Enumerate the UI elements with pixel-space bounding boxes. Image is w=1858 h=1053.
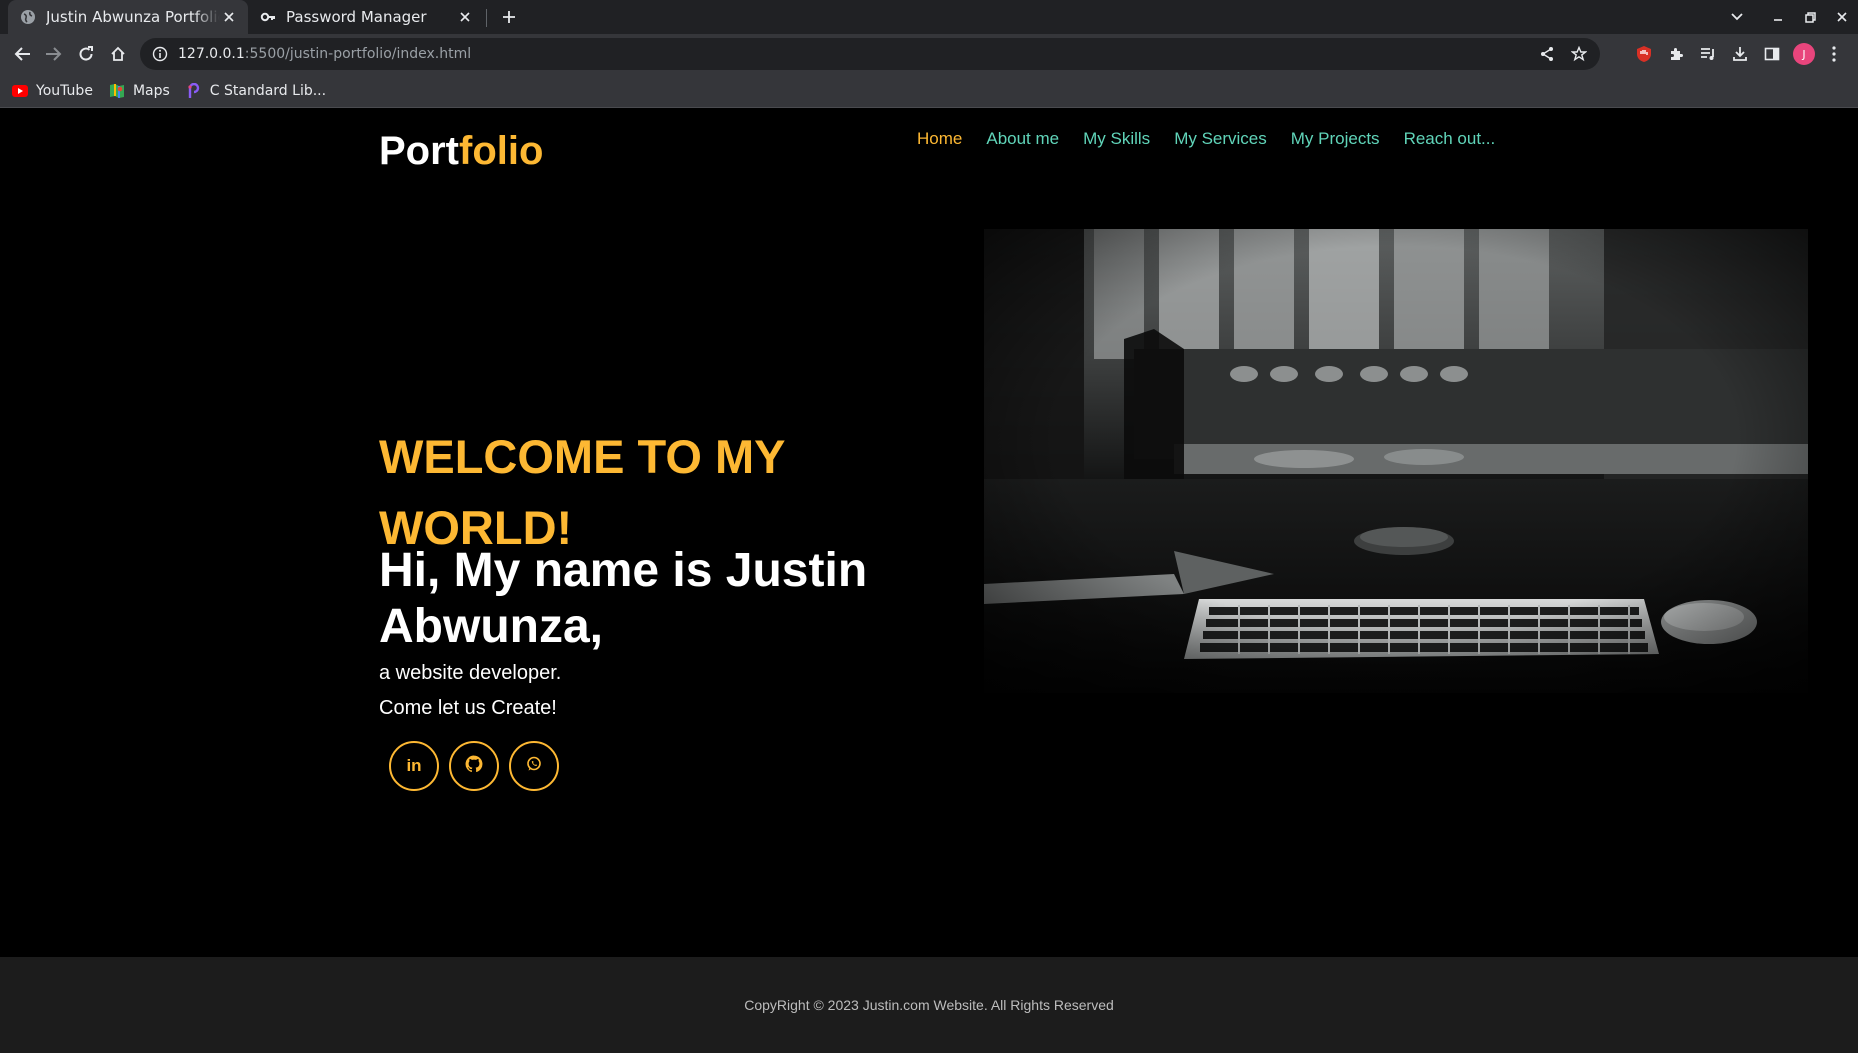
share-icon[interactable] bbox=[1536, 43, 1558, 65]
home-icon[interactable] bbox=[106, 42, 130, 66]
close-window-icon[interactable] bbox=[1826, 0, 1858, 34]
main-nav: Home About me My Skills My Services My P… bbox=[917, 129, 1495, 149]
nav-contact[interactable]: Reach out... bbox=[1404, 129, 1496, 149]
site-footer: CopyRight © 2023 Justin.com Website. All… bbox=[0, 957, 1858, 1053]
download-icon[interactable] bbox=[1728, 42, 1752, 66]
hero-tagline: Come let us Create! bbox=[379, 697, 557, 719]
whatsapp-icon bbox=[526, 756, 542, 777]
maps-icon bbox=[109, 83, 125, 99]
hero-welcome-heading: WELCOME TO MY WORLD! bbox=[379, 430, 785, 554]
logo-accent: folio bbox=[459, 129, 544, 173]
github-icon bbox=[465, 755, 483, 778]
bookmarks-bar: YouTube Maps C Standard Lib... bbox=[0, 74, 1858, 108]
bookmark-youtube[interactable]: YouTube bbox=[12, 83, 93, 99]
bookmark-label: Maps bbox=[132, 82, 170, 99]
whatsapp-button[interactable] bbox=[509, 741, 559, 791]
hero-name-heading: Hi, My name is Justin Abwunza, bbox=[379, 544, 868, 653]
linkedin-icon: in bbox=[406, 756, 422, 775]
footer-copyright: CopyRight © 2023 Justin.com Website. All… bbox=[744, 997, 1114, 1013]
minimize-icon[interactable] bbox=[1762, 0, 1794, 34]
tab-password-manager[interactable]: Password Manager bbox=[252, 0, 484, 34]
back-arrow-icon[interactable] bbox=[10, 42, 34, 66]
profile-avatar[interactable]: J bbox=[1793, 43, 1815, 65]
tab-title: Justin Abwunza Portfolio bbox=[46, 8, 220, 26]
reload-icon[interactable] bbox=[74, 42, 98, 66]
address-bar[interactable]: 127.0.0.1:5500/justin-portfolio/index.ht… bbox=[140, 38, 1600, 70]
bookmark-maps[interactable]: Maps bbox=[109, 83, 170, 99]
close-tab-icon[interactable] bbox=[220, 8, 238, 26]
url-path: :5500/justin-portfolio/index.html bbox=[244, 46, 472, 62]
extensions-puzzle-icon[interactable] bbox=[1664, 42, 1688, 66]
ublock-extension-icon[interactable] bbox=[1632, 42, 1656, 66]
bookmark-label: C Standard Lib... bbox=[209, 82, 327, 99]
bookmark-favicon-icon bbox=[186, 82, 202, 99]
tab-title: Password Manager bbox=[286, 8, 427, 26]
nav-about[interactable]: About me bbox=[986, 129, 1059, 149]
site-logo[interactable]: Portfolio bbox=[379, 129, 543, 174]
restore-icon[interactable] bbox=[1794, 0, 1826, 34]
bookmark-label: YouTube bbox=[36, 82, 93, 99]
nav-services[interactable]: My Services bbox=[1174, 129, 1267, 149]
media-queue-icon[interactable] bbox=[1696, 42, 1720, 66]
linkedin-button[interactable]: in bbox=[389, 741, 439, 791]
url-host: 127.0.0.1 bbox=[178, 46, 245, 62]
tab-divider bbox=[486, 9, 487, 27]
hero-image bbox=[984, 229, 1808, 693]
portfolio-page: Portfolio Home About me My Skills My Ser… bbox=[0, 109, 1858, 1053]
hero-role: a website developer. bbox=[379, 662, 562, 684]
browser-toolbar: 127.0.0.1:5500/justin-portfolio/index.ht… bbox=[0, 34, 1858, 74]
side-panel-icon[interactable] bbox=[1760, 42, 1784, 66]
bookmark-star-icon[interactable] bbox=[1568, 43, 1590, 65]
tab-strip: Justin Abwunza Portfolio Password Manage… bbox=[0, 0, 1858, 34]
bookmark-c-standard-lib[interactable]: C Standard Lib... bbox=[186, 82, 327, 99]
nav-home[interactable]: Home bbox=[917, 129, 962, 149]
close-tab-icon[interactable] bbox=[456, 8, 474, 26]
key-icon bbox=[260, 9, 276, 25]
github-button[interactable] bbox=[449, 741, 499, 791]
url-text: 127.0.0.1:5500/justin-portfolio/index.ht… bbox=[178, 46, 471, 62]
new-tab-icon[interactable] bbox=[498, 6, 520, 28]
window-controls bbox=[1762, 0, 1858, 34]
forward-arrow-icon[interactable] bbox=[42, 42, 66, 66]
site-info-icon[interactable] bbox=[152, 46, 168, 62]
tab-portfolio[interactable]: Justin Abwunza Portfolio bbox=[8, 0, 248, 34]
tab-search-chevron-icon[interactable] bbox=[1726, 6, 1748, 28]
nav-skills[interactable]: My Skills bbox=[1083, 129, 1150, 149]
youtube-icon bbox=[12, 83, 28, 99]
kebab-menu-icon[interactable] bbox=[1822, 42, 1846, 66]
logo-main: Port bbox=[379, 129, 459, 173]
globe-icon bbox=[20, 9, 36, 25]
social-links: in bbox=[389, 741, 559, 791]
nav-projects[interactable]: My Projects bbox=[1291, 129, 1380, 149]
omnibox-actions bbox=[1536, 43, 1590, 65]
